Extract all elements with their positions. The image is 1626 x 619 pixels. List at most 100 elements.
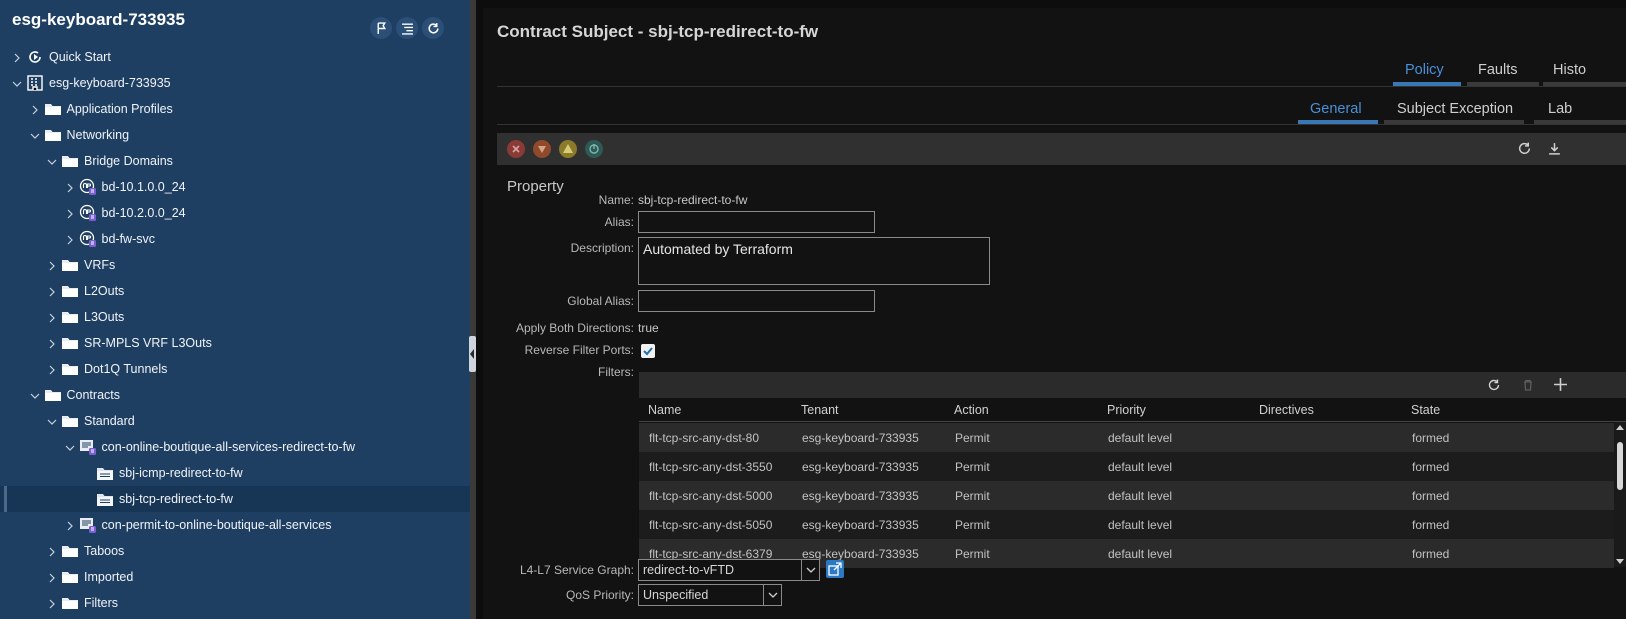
- tree-node[interactable]: Bridge Domains: [0, 148, 470, 174]
- folder-icon: [61, 360, 79, 378]
- tree-node[interactable]: Filters: [0, 590, 470, 616]
- pane-splitter[interactable]: [470, 0, 476, 619]
- service-graph-select[interactable]: redirect-to-vFTD: [638, 559, 820, 581]
- chevron-down-icon[interactable]: [47, 156, 57, 166]
- table-row[interactable]: flt-tcp-src-any-dst-5000 esg-keyboard-733…: [639, 481, 1614, 510]
- chevron-right-icon[interactable]: [65, 520, 75, 531]
- table-cell: default level: [1108, 489, 1173, 503]
- chevron-right-icon[interactable]: [65, 182, 75, 193]
- chevron-down-icon[interactable]: [30, 130, 40, 140]
- column-header[interactable]: Name: [648, 403, 681, 417]
- chevron-right-icon[interactable]: [12, 52, 22, 63]
- scroll-up-icon[interactable]: [1616, 424, 1624, 430]
- table-cell: Permit: [955, 460, 990, 474]
- tree-node[interactable]: Contracts: [0, 382, 470, 408]
- dropdown-toggle[interactable]: [763, 585, 781, 605]
- folder-icon: [61, 282, 79, 300]
- table-cell: default level: [1108, 547, 1173, 561]
- critical-fault-icon[interactable]: [507, 140, 525, 158]
- folder-icon: [44, 126, 62, 144]
- tree-node[interactable]: Taboos: [0, 538, 470, 564]
- filters-table-scrollbar[interactable]: [1614, 422, 1626, 567]
- subtab-subject-exception[interactable]: Subject Exception: [1397, 101, 1513, 117]
- chevron-right-icon[interactable]: [47, 364, 57, 375]
- add-icon[interactable]: [1553, 377, 1568, 392]
- tree-node[interactable]: SR-MPLS VRF L3Outs: [0, 330, 470, 356]
- minor-fault-icon[interactable]: [559, 140, 577, 158]
- download-icon[interactable]: [1547, 141, 1562, 156]
- tree-node[interactable]: VRFs: [0, 252, 470, 278]
- nav-refresh-button[interactable]: [422, 17, 444, 39]
- description-textarea[interactable]: Automated by Terraform: [638, 237, 990, 285]
- tree-node[interactable]: L2Outs: [0, 278, 470, 304]
- major-fault-icon[interactable]: [533, 140, 551, 158]
- chevron-right-icon[interactable]: [47, 546, 57, 557]
- chevron-down-icon[interactable]: [65, 442, 75, 452]
- table-row[interactable]: flt-tcp-src-any-dst-80 esg-keyboard-73393…: [639, 423, 1614, 452]
- tree-node[interactable]: Dot1Q Tunnels: [0, 356, 470, 382]
- column-header[interactable]: Directives: [1259, 403, 1314, 417]
- chevron-right-icon[interactable]: [47, 572, 57, 583]
- refresh-icon[interactable]: [1487, 378, 1501, 392]
- qos-priority-select[interactable]: Unspecified: [638, 584, 782, 606]
- tree-node[interactable]: sbj-tcp-redirect-to-fw: [0, 486, 470, 512]
- chevron-down-icon[interactable]: [12, 78, 22, 88]
- scrollbar-thumb[interactable]: [1617, 442, 1623, 490]
- tree-node[interactable]: L3Outs: [0, 304, 470, 330]
- tab-history[interactable]: Histo: [1553, 62, 1586, 78]
- tab-policy[interactable]: Policy: [1405, 62, 1444, 78]
- tree-node[interactable]: con-permit-to-online-boutique-all-servic…: [0, 512, 470, 538]
- refresh-icon[interactable]: [1517, 141, 1532, 156]
- tree-node-label: sbj-tcp-redirect-to-fw: [119, 492, 233, 506]
- column-header[interactable]: State: [1411, 403, 1440, 417]
- nav-list-button[interactable]: [396, 17, 418, 39]
- chevron-right-icon[interactable]: [30, 104, 40, 115]
- table-cell: formed: [1412, 547, 1450, 561]
- nav-flag-button[interactable]: [370, 17, 392, 39]
- chevron-right-icon[interactable]: [47, 338, 57, 349]
- tree-node[interactable]: Imported: [0, 564, 470, 590]
- chevron-right-icon[interactable]: [47, 260, 57, 271]
- tree-node[interactable]: Networking: [0, 122, 470, 148]
- chevron-right-icon[interactable]: [47, 312, 57, 323]
- tabs-divider: [497, 86, 1626, 87]
- nav-tree: Quick Start esg-keyboard-733935 Applicatio…: [0, 44, 470, 616]
- column-header[interactable]: Tenant: [801, 403, 839, 417]
- table-cell: esg-keyboard-733935: [802, 518, 919, 532]
- tree-node[interactable]: Application Profiles: [0, 96, 470, 122]
- scroll-down-icon[interactable]: [1616, 559, 1624, 565]
- table-row[interactable]: flt-tcp-src-any-dst-5050 esg-keyboard-733…: [639, 510, 1614, 539]
- tree-node[interactable]: con-online-boutique-all-services-redirec…: [0, 434, 470, 460]
- subtab-labels[interactable]: Lab: [1548, 101, 1572, 117]
- folder-icon: [44, 100, 62, 118]
- tree-node[interactable]: bd-fw-svc: [0, 226, 470, 252]
- table-cell: formed: [1412, 460, 1450, 474]
- subtab-general[interactable]: General: [1310, 101, 1362, 117]
- tree-node[interactable]: bd-10.2.0.0_24: [0, 200, 470, 226]
- tree-node[interactable]: sbj-icmp-redirect-to-fw: [0, 460, 470, 486]
- table-row[interactable]: flt-tcp-src-any-dst-3550 esg-keyboard-733…: [639, 452, 1614, 481]
- chevron-down-icon[interactable]: [30, 390, 40, 400]
- service-graph-link-button[interactable]: [826, 560, 844, 578]
- column-header[interactable]: Priority: [1107, 403, 1146, 417]
- chevron-down-icon[interactable]: [47, 416, 57, 426]
- chevron-right-icon[interactable]: [65, 234, 75, 245]
- trash-icon[interactable]: [1521, 378, 1535, 392]
- chevron-right-icon[interactable]: [65, 208, 75, 219]
- column-header[interactable]: Action: [954, 403, 989, 417]
- chevron-right-icon[interactable]: [47, 598, 57, 609]
- global-alias-input[interactable]: [638, 290, 875, 312]
- filters-label: Filters:: [598, 365, 634, 379]
- tree-node[interactable]: Quick Start: [0, 44, 470, 70]
- folder-icon: [61, 542, 79, 560]
- chevron-right-icon[interactable]: [47, 286, 57, 297]
- tree-node[interactable]: esg-keyboard-733935: [0, 70, 470, 96]
- dropdown-toggle[interactable]: [801, 560, 819, 580]
- tree-node-label: bd-10.1.0.0_24: [101, 180, 186, 194]
- alias-input[interactable]: [638, 211, 875, 233]
- tree-node[interactable]: bd-10.1.0.0_24: [0, 174, 470, 200]
- tab-faults[interactable]: Faults: [1478, 62, 1518, 78]
- reverse-filter-ports-checkbox[interactable]: [641, 344, 655, 358]
- warning-fault-icon[interactable]: [585, 140, 603, 158]
- tree-node[interactable]: Standard: [0, 408, 470, 434]
